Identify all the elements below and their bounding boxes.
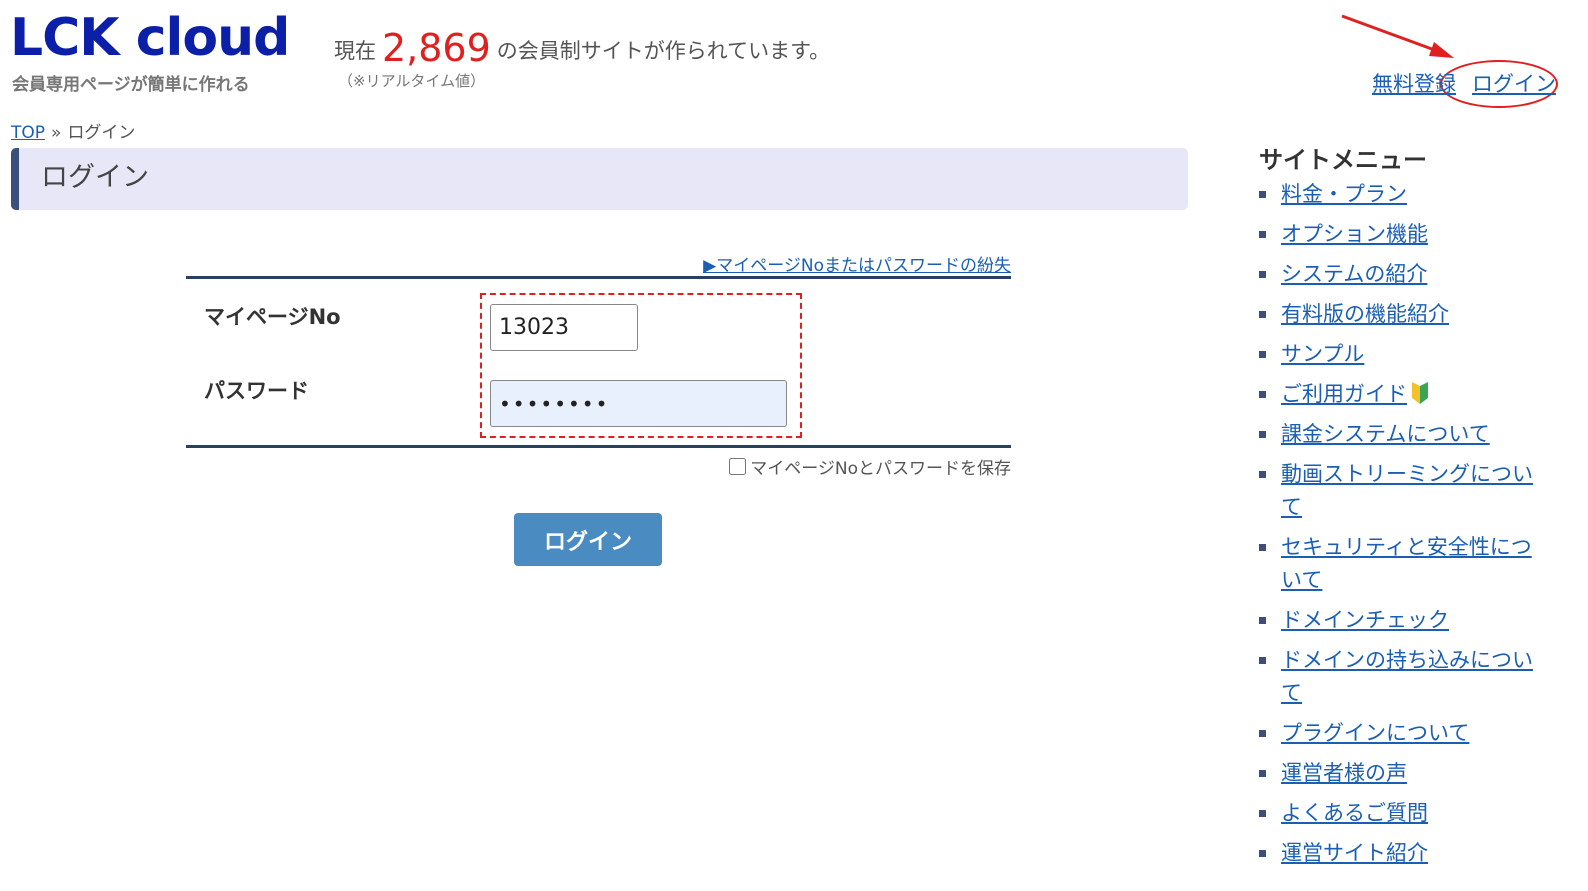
beginner-mark-icon xyxy=(1412,382,1428,404)
breadcrumb-top-link[interactable]: TOP xyxy=(11,123,45,143)
menu-link-paid-features[interactable]: 有料版の機能紹介 xyxy=(1281,302,1449,326)
side-menu-item: プラグインについて xyxy=(1259,717,1549,750)
side-menu-item: システムの紹介 xyxy=(1259,258,1549,291)
register-link[interactable]: 無料登録 xyxy=(1372,72,1456,96)
counter-value: 2,869 xyxy=(382,26,491,70)
page-title: ログイン xyxy=(41,162,149,193)
arrow-annotation-icon xyxy=(1341,14,1454,58)
menu-link-faq[interactable]: よくあるご質問 xyxy=(1281,801,1428,825)
counter-suffix: の会員制サイトが作られています。 xyxy=(496,39,831,63)
side-menu-item: 運営サイト紹介 xyxy=(1259,837,1549,870)
menu-link-billing[interactable]: 課金システムについて xyxy=(1281,422,1490,446)
site-counter: 現在 2,869 の会員制サイトが作られています。 xyxy=(334,26,830,70)
menu-link-domain-check[interactable]: ドメインチェック xyxy=(1281,608,1449,632)
menu-link-options[interactable]: オプション機能 xyxy=(1281,222,1428,246)
breadcrumb-separator: » xyxy=(51,123,62,143)
side-menu-item: 課金システムについて xyxy=(1259,418,1549,451)
menu-link-domain-transfer[interactable]: ドメインの持ち込みについて xyxy=(1281,648,1533,705)
site-logo[interactable]: LCK cloud xyxy=(10,8,290,68)
header-links: 無料登録 ログイン xyxy=(1356,68,1556,98)
side-menu-item: ドメインの持ち込みについて xyxy=(1259,644,1549,710)
save-credentials-label: マイページNoとパスワードを保存 xyxy=(750,459,1011,479)
menu-link-guide[interactable]: ご利用ガイド xyxy=(1281,382,1407,406)
save-credentials-checkbox[interactable] xyxy=(729,458,747,475)
side-menu-item: 動画ストリーミングについて xyxy=(1259,458,1549,524)
breadcrumb: TOP » ログイン xyxy=(11,118,135,143)
login-form: マイページNo パスワード xyxy=(186,276,1011,448)
menu-link-showcase[interactable]: 運営サイト紹介 xyxy=(1281,841,1428,865)
breadcrumb-current: ログイン xyxy=(67,123,136,143)
lost-credentials-link[interactable]: ▶マイページNoまたはパスワードの紛失 xyxy=(703,251,1011,276)
menu-link-pricing[interactable]: 料金・プラン xyxy=(1281,182,1407,206)
side-menu-item: 運営者様の声 xyxy=(1259,757,1549,790)
side-menu-item: サンプル xyxy=(1259,338,1549,371)
side-menu-item: オプション機能 xyxy=(1259,218,1549,251)
mypage-no-label: マイページNo xyxy=(204,305,341,329)
password-input[interactable] xyxy=(490,380,787,427)
menu-link-testimonials[interactable]: 運営者様の声 xyxy=(1281,761,1407,785)
side-menu-item: 有料版の機能紹介 xyxy=(1259,298,1549,331)
side-menu-item: ご利用ガイド xyxy=(1259,378,1549,411)
mypage-no-input[interactable] xyxy=(490,304,638,351)
menu-link-sample[interactable]: サンプル xyxy=(1281,342,1364,366)
page-title-bar: ログイン xyxy=(11,148,1188,210)
side-menu-item: 料金・プラン xyxy=(1259,178,1549,211)
password-label: パスワード xyxy=(204,379,309,403)
side-menu-item: ドメインチェック xyxy=(1259,604,1549,637)
login-button[interactable]: ログイン xyxy=(514,513,662,566)
menu-link-security[interactable]: セキュリティと安全性について xyxy=(1281,535,1532,592)
counter-prefix: 現在 xyxy=(334,39,376,63)
side-menu-item: よくあるご質問 xyxy=(1259,797,1549,830)
side-menu-title: サイトメニュー xyxy=(1259,146,1427,174)
header-login-link[interactable]: ログイン xyxy=(1472,72,1556,96)
counter-note: （※リアルタイム値） xyxy=(338,72,486,90)
save-credentials-row[interactable]: マイページNoとパスワードを保存 xyxy=(729,454,1011,479)
menu-link-streaming[interactable]: 動画ストリーミングについて xyxy=(1281,462,1533,519)
side-menu: 料金・プラン オプション機能 システムの紹介 有料版の機能紹介 サンプル ご利用… xyxy=(1259,178,1549,877)
menu-link-system[interactable]: システムの紹介 xyxy=(1281,262,1427,286)
side-menu-item: セキュリティと安全性について xyxy=(1259,531,1549,597)
menu-link-plugins[interactable]: プラグインについて xyxy=(1281,721,1469,745)
logo-tagline: 会員専用ページが簡単に作れる xyxy=(12,75,250,95)
